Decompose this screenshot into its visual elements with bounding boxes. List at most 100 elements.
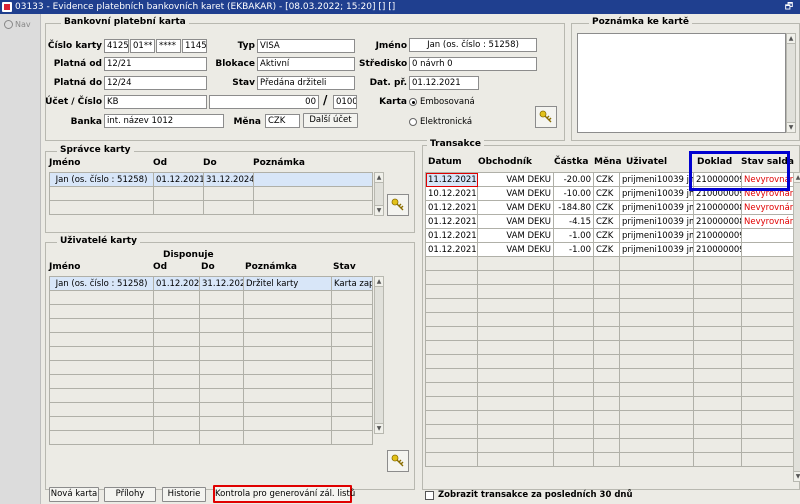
note-scrollbar[interactable]: ▲ ▼ bbox=[786, 33, 796, 133]
currency-field[interactable]: CZK bbox=[265, 114, 300, 128]
table-row[interactable]: 01.12.2021 VAM DEKU -184.80 CZK prijmeni… bbox=[425, 200, 794, 215]
account-field[interactable]: KB bbox=[104, 95, 207, 109]
new-card-button[interactable]: Nová karta bbox=[49, 487, 99, 502]
tx-document-cell[interactable]: 210000008 bbox=[693, 200, 742, 215]
table-row[interactable] bbox=[425, 256, 794, 271]
tx-date-cell[interactable]: 01.12.2021 bbox=[425, 200, 478, 215]
tx-date-cell[interactable]: 01.12.2021 bbox=[425, 242, 478, 257]
table-row[interactable] bbox=[49, 402, 373, 417]
tx-document-cell[interactable]: 210000009 bbox=[693, 242, 742, 257]
tx-user-cell[interactable]: prijmeni10039 jmeno bbox=[619, 200, 694, 215]
table-row[interactable] bbox=[425, 396, 794, 411]
advance-sheet-check-button[interactable]: Kontrola pro generování zál. listů bbox=[213, 485, 355, 503]
table-row[interactable] bbox=[49, 430, 373, 445]
users-scrollbar[interactable]: ▲ ▼ bbox=[374, 276, 384, 434]
table-row[interactable] bbox=[49, 332, 373, 347]
tx-user-cell[interactable]: prijmeni10039 jmeno bbox=[619, 186, 694, 201]
users-lookup-button[interactable] bbox=[387, 450, 409, 472]
table-row[interactable]: 01.12.2021 VAM DEKU -1.00 CZK prijmeni10… bbox=[425, 228, 794, 243]
table-row[interactable] bbox=[49, 416, 373, 431]
tx-balance-state-cell[interactable] bbox=[741, 242, 794, 257]
scroll-down-icon[interactable]: ▼ bbox=[787, 122, 795, 132]
tx-merchant-cell[interactable]: VAM DEKU bbox=[477, 242, 554, 257]
tx-balance-state-cell[interactable]: Nevyrovnáno bbox=[741, 200, 794, 215]
table-row[interactable] bbox=[425, 326, 794, 341]
tx-merchant-cell[interactable]: VAM DEKU bbox=[477, 172, 554, 187]
handover-date-field[interactable]: 01.12.2021 bbox=[409, 76, 479, 90]
valid-from-field[interactable]: 12/21 bbox=[104, 57, 207, 71]
admin-from-cell[interactable]: 01.12.2021 bbox=[153, 172, 204, 187]
scroll-up-icon[interactable]: ▲ bbox=[794, 173, 800, 183]
next-account-button[interactable]: Další účet bbox=[303, 113, 358, 128]
tx-merchant-cell[interactable]: VAM DEKU bbox=[477, 200, 554, 215]
center-field[interactable]: 0 návrh 0 bbox=[409, 57, 537, 71]
tx-user-cell[interactable]: prijmeni10039 jmeno bbox=[619, 214, 694, 229]
tx-currency-cell[interactable]: CZK bbox=[593, 214, 620, 229]
scroll-up-icon[interactable]: ▲ bbox=[787, 34, 795, 44]
tx-amount-cell[interactable]: -10.00 bbox=[553, 186, 594, 201]
electronic-radio[interactable] bbox=[409, 118, 417, 126]
transactions-scrollbar[interactable]: ▲ ▼ bbox=[793, 172, 800, 482]
tx-currency-cell[interactable]: CZK bbox=[593, 242, 620, 257]
scroll-down-icon[interactable]: ▼ bbox=[375, 423, 383, 433]
table-row[interactable] bbox=[425, 270, 794, 285]
tx-user-cell[interactable]: prijmeni10039 jmeno bbox=[619, 228, 694, 243]
nav-toggle[interactable]: Nav bbox=[4, 20, 31, 29]
tx-amount-cell[interactable]: -4.15 bbox=[553, 214, 594, 229]
tx-merchant-cell[interactable]: VAM DEKU bbox=[477, 228, 554, 243]
card-number-part2[interactable]: 01** bbox=[130, 39, 155, 53]
table-row[interactable] bbox=[49, 374, 373, 389]
tx-user-cell[interactable]: prijmeni10039 jmeno bbox=[619, 172, 694, 187]
user-from-cell[interactable]: 01.12.2021 bbox=[153, 276, 200, 291]
table-row[interactable] bbox=[425, 424, 794, 439]
valid-to-field[interactable]: 12/24 bbox=[104, 76, 207, 90]
table-row[interactable] bbox=[425, 452, 794, 467]
restore-window-button[interactable]: 🗗 bbox=[782, 1, 796, 13]
table-row[interactable]: 01.12.2021 VAM DEKU -4.15 CZK prijmeni10… bbox=[425, 214, 794, 229]
type-field[interactable]: VISA bbox=[257, 39, 355, 53]
tx-document-cell[interactable]: 210000008 bbox=[693, 214, 742, 229]
table-row[interactable] bbox=[425, 382, 794, 397]
tx-amount-cell[interactable]: -184.80 bbox=[553, 200, 594, 215]
table-row[interactable] bbox=[49, 200, 373, 215]
table-row[interactable] bbox=[49, 290, 373, 305]
card-lookup-button[interactable] bbox=[535, 106, 557, 128]
table-row[interactable] bbox=[425, 438, 794, 453]
user-state-cell[interactable]: Karta zapůjčena bbox=[331, 276, 373, 291]
last-30-days-checkbox[interactable] bbox=[425, 491, 434, 500]
table-row[interactable] bbox=[49, 318, 373, 333]
tx-amount-cell[interactable]: -20.00 bbox=[553, 172, 594, 187]
admin-to-cell[interactable]: 31.12.2024 bbox=[203, 172, 254, 187]
admin-note-cell[interactable] bbox=[253, 172, 373, 187]
scroll-down-icon[interactable]: ▼ bbox=[794, 471, 800, 481]
tx-amount-cell[interactable]: -1.00 bbox=[553, 242, 594, 257]
state-field[interactable]: Předána držiteli bbox=[257, 76, 355, 90]
table-row[interactable]: Jan (os. číslo : 51258) 01.12.2021 31.12… bbox=[49, 172, 373, 187]
table-row[interactable] bbox=[425, 298, 794, 313]
user-note-cell[interactable]: Držitel karty bbox=[243, 276, 332, 291]
user-to-cell[interactable]: 31.12.2024 bbox=[199, 276, 244, 291]
table-row[interactable] bbox=[425, 368, 794, 383]
table-row[interactable] bbox=[425, 354, 794, 369]
table-row[interactable]: Jan (os. číslo : 51258) 01.12.2021 31.12… bbox=[49, 276, 373, 291]
tx-currency-cell[interactable]: CZK bbox=[593, 228, 620, 243]
tx-date-cell[interactable]: 01.12.2021 bbox=[425, 214, 478, 229]
tx-currency-cell[interactable]: CZK bbox=[593, 200, 620, 215]
table-row[interactable] bbox=[49, 304, 373, 319]
table-row[interactable] bbox=[425, 284, 794, 299]
tx-currency-cell[interactable]: CZK bbox=[593, 186, 620, 201]
tx-user-cell[interactable]: prijmeni10039 jmeno bbox=[619, 242, 694, 257]
scroll-down-icon[interactable]: ▼ bbox=[375, 205, 383, 215]
history-button[interactable]: Historie bbox=[162, 487, 206, 502]
tx-currency-cell[interactable]: CZK bbox=[593, 172, 620, 187]
tx-date-cell[interactable]: 01.12.2021 bbox=[425, 228, 478, 243]
tx-balance-state-cell[interactable]: Nevyrovnáno bbox=[741, 214, 794, 229]
table-row[interactable]: 01.12.2021 VAM DEKU -1.00 CZK prijmeni10… bbox=[425, 242, 794, 257]
table-row[interactable] bbox=[49, 186, 373, 201]
table-row[interactable] bbox=[49, 346, 373, 361]
scroll-up-icon[interactable]: ▲ bbox=[375, 173, 383, 183]
tx-document-cell[interactable]: 210000009 bbox=[693, 228, 742, 243]
embossed-radio[interactable] bbox=[409, 98, 417, 106]
card-number-part3[interactable]: **** bbox=[156, 39, 181, 53]
name-field[interactable]: Jan (os. číslo : 51258) bbox=[409, 38, 537, 52]
